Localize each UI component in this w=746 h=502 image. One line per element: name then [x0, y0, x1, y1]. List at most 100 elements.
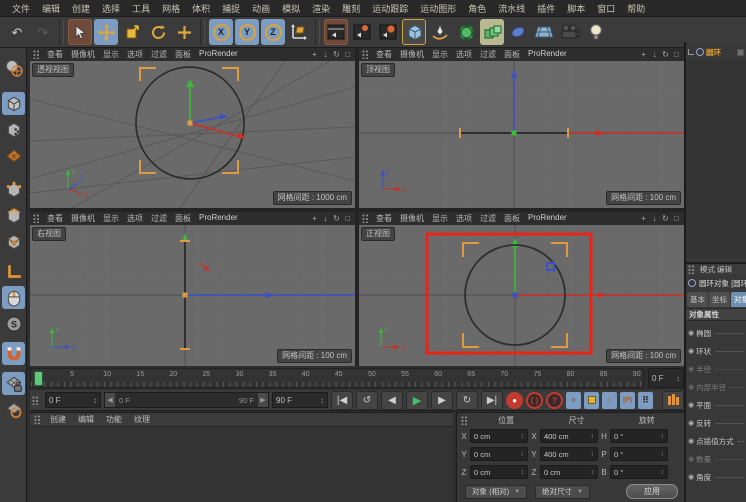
- subdivision-surface-button[interactable]: [454, 19, 478, 45]
- goto-start-button[interactable]: |◀: [331, 390, 353, 410]
- property-row[interactable]: ◉ 平面: [686, 396, 746, 414]
- size-y-input[interactable]: 400 cm ↕: [540, 447, 598, 461]
- material-menu-item[interactable]: 纹理: [128, 414, 156, 425]
- stepper-icon[interactable]: ↕: [591, 433, 595, 440]
- stepper-icon[interactable]: ↕: [93, 396, 97, 405]
- end-frame-input[interactable]: 90 F ↕: [272, 392, 328, 408]
- grip-icon[interactable]: [32, 395, 39, 405]
- viewport-menu-item[interactable]: 选项: [123, 213, 147, 224]
- animation-dot-icon[interactable]: ◉: [688, 419, 694, 427]
- timeline-playhead[interactable]: [34, 371, 43, 386]
- play-button[interactable]: ▶: [406, 390, 428, 410]
- menu-item[interactable]: 脚本: [561, 2, 591, 15]
- animation-dot-icon[interactable]: ◉: [688, 473, 694, 481]
- viewport-menu-item[interactable]: 查看: [372, 49, 396, 60]
- menu-item[interactable]: 选择: [96, 2, 126, 15]
- size-x-input[interactable]: 400 cm ↕: [540, 429, 598, 443]
- viewport-menu-prorender[interactable]: ProRender: [524, 49, 571, 60]
- viewport-menu-item[interactable]: 过滤: [147, 213, 171, 224]
- viewport-menu-item[interactable]: 显示: [428, 213, 452, 224]
- viewport-menu-prorender[interactable]: ProRender: [524, 213, 571, 224]
- grip-icon[interactable]: [33, 214, 40, 223]
- viewport-menu-item[interactable]: 摄像机: [67, 49, 99, 60]
- animation-dot-icon[interactable]: ◉: [688, 401, 694, 409]
- menu-item[interactable]: 网格: [156, 2, 186, 15]
- rotation-b-input[interactable]: 0 ° ↕: [610, 465, 668, 479]
- menu-item[interactable]: 动画: [246, 2, 276, 15]
- property-row[interactable]: ◉ 半径: [686, 360, 746, 378]
- viewport-menu-item[interactable]: 摄像机: [67, 213, 99, 224]
- light-button[interactable]: [584, 19, 608, 45]
- zoom-view-icon[interactable]: ↓: [650, 214, 659, 223]
- circle-object-icon[interactable]: [696, 48, 704, 56]
- make-editable-button[interactable]: [2, 56, 25, 79]
- render-view-button[interactable]: [324, 19, 348, 45]
- viewport-menu-item[interactable]: 过滤: [147, 49, 171, 60]
- snap-button[interactable]: S: [2, 312, 25, 335]
- grip-icon[interactable]: [362, 214, 369, 223]
- menu-item[interactable]: 体积: [186, 2, 216, 15]
- animation-dot-icon[interactable]: ◉: [688, 329, 694, 337]
- last-tool-button[interactable]: [172, 19, 196, 45]
- position-mode-dropdown[interactable]: 对象 (相对) ▼: [465, 484, 528, 499]
- next-key-button[interactable]: ↻: [456, 390, 478, 410]
- camera-button[interactable]: [558, 19, 582, 45]
- menu-item[interactable]: 捕捉: [216, 2, 246, 15]
- menu-item[interactable]: 运动跟踪: [366, 2, 414, 15]
- menu-item[interactable]: 窗口: [591, 2, 621, 15]
- viewport-menu-item[interactable]: 选项: [452, 213, 476, 224]
- position-x-input[interactable]: 0 cm ↕: [470, 429, 528, 443]
- zoom-view-icon[interactable]: ↓: [650, 50, 659, 59]
- viewport-menu-item[interactable]: 摄像机: [396, 213, 428, 224]
- tab-coord[interactable]: 坐标: [709, 292, 730, 307]
- range-left-arrow-icon[interactable]: ◀: [105, 393, 115, 407]
- animation-dot-icon[interactable]: ◉: [688, 383, 694, 391]
- stepper-icon[interactable]: ↕: [320, 396, 324, 405]
- texture-mode-button[interactable]: [2, 118, 25, 141]
- rotate-view-icon[interactable]: ↻: [661, 214, 670, 223]
- animation-dot-icon[interactable]: ◉: [688, 365, 694, 373]
- apply-button[interactable]: 应用: [626, 484, 678, 499]
- workplane-button[interactable]: [2, 144, 25, 167]
- timeline-ruler[interactable]: 051015202530354045505560657075808590: [30, 368, 644, 388]
- stepper-icon[interactable]: ↕: [661, 469, 665, 476]
- rotate-view-icon[interactable]: ↻: [332, 50, 341, 59]
- x-axis-lock-button[interactable]: X: [209, 19, 233, 45]
- viewport-menu-item[interactable]: 面板: [171, 49, 195, 60]
- scale-tool-button[interactable]: [120, 19, 144, 45]
- viewport-menu-item[interactable]: 摄像机: [396, 49, 428, 60]
- menu-item[interactable]: 流水线: [492, 2, 531, 15]
- tab-object[interactable]: 对象: [731, 292, 746, 307]
- animation-dot-icon[interactable]: ◉: [688, 455, 694, 463]
- viewport-solo-button[interactable]: [2, 286, 25, 309]
- viewport-menu-item[interactable]: 过滤: [476, 49, 500, 60]
- object-manager-row[interactable]: 圆环: [686, 46, 746, 58]
- pan-view-icon[interactable]: +: [310, 50, 319, 59]
- viewport-menu-item[interactable]: 查看: [372, 213, 396, 224]
- menu-item[interactable]: 编辑: [36, 2, 66, 15]
- stepper-icon[interactable]: ↕: [661, 451, 665, 458]
- viewport-menu-item[interactable]: 面板: [500, 49, 524, 60]
- previous-frame-button[interactable]: ◀: [381, 390, 403, 410]
- viewport-perspective[interactable]: 查看 摄像机 显示 选项 过滤 面板 ProRender + ↓ ↻ □ 透视视图 网格间距 : …: [30, 48, 355, 208]
- property-row[interactable]: ◉ 角度: [686, 468, 746, 486]
- menu-item[interactable]: 运动图形: [414, 2, 462, 15]
- coordinate-system-button[interactable]: [287, 19, 311, 45]
- object-properties-section[interactable]: 对象属性: [686, 308, 746, 321]
- grip-icon[interactable]: [33, 50, 40, 59]
- viewport-menu-item[interactable]: 选项: [123, 49, 147, 60]
- move-tool-button[interactable]: [94, 19, 118, 45]
- current-frame-box[interactable]: 0 F ↕: [648, 368, 684, 388]
- spline-pen-button[interactable]: [428, 19, 452, 45]
- property-row[interactable]: ◉ 点插值方式: [686, 432, 746, 450]
- magnet-snap-button[interactable]: [2, 342, 25, 365]
- toggle-view-icon[interactable]: □: [343, 214, 352, 223]
- grip-icon[interactable]: [461, 415, 468, 425]
- pan-view-icon[interactable]: +: [639, 50, 648, 59]
- zoom-view-icon[interactable]: ↓: [321, 50, 330, 59]
- property-row[interactable]: ◉ 椭圆: [686, 324, 746, 342]
- property-row[interactable]: ◉ 反转: [686, 414, 746, 432]
- keyframe-presets-button[interactable]: [662, 390, 684, 410]
- viewport-menu-prorender[interactable]: ProRender: [195, 49, 242, 60]
- menu-item[interactable]: 角色: [462, 2, 492, 15]
